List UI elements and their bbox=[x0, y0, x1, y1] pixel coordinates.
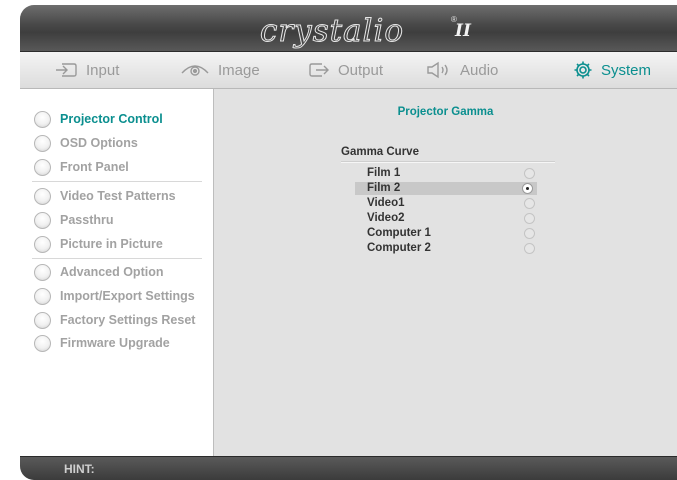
sidebar-item-projector-control[interactable]: Projector Control bbox=[20, 109, 213, 131]
tab-audio[interactable]: Audio bbox=[426, 52, 498, 88]
sidebar-item-label: Front Panel bbox=[60, 160, 129, 174]
hint-bar: HINT: bbox=[20, 456, 677, 480]
tab-system-label: System bbox=[601, 61, 652, 79]
sidebar-item-label: Passthru bbox=[60, 213, 114, 227]
gamma-option-video1[interactable]: Video1 bbox=[357, 197, 537, 210]
radio-button[interactable] bbox=[524, 213, 535, 224]
title-bar: crystalio ® II bbox=[20, 5, 677, 52]
tab-input[interactable]: Input bbox=[54, 52, 119, 88]
app-window: crystalio ® II Input Image Output Audio … bbox=[20, 5, 677, 480]
tab-input-label: Input bbox=[86, 61, 120, 79]
sidebar-item-label: OSD Options bbox=[60, 136, 138, 150]
option-label: Video1 bbox=[367, 197, 405, 209]
bullet-circle-icon bbox=[34, 111, 51, 128]
tab-output-label: Output bbox=[338, 61, 384, 79]
hint-label: HINT: bbox=[64, 462, 95, 476]
option-label: Video2 bbox=[367, 212, 405, 224]
bullet-circle-icon bbox=[34, 236, 51, 253]
group-divider bbox=[341, 161, 555, 163]
sidebar-item-import-export-settings[interactable]: Import/Export Settings bbox=[20, 286, 213, 308]
bullet-circle-icon bbox=[34, 159, 51, 176]
logo-text: crystalio bbox=[259, 13, 405, 50]
sidebar-divider bbox=[32, 258, 202, 259]
gamma-curve-heading: Gamma Curve bbox=[341, 146, 419, 158]
content-panel: Projector Gamma Gamma Curve Film 1 Film … bbox=[214, 89, 677, 456]
bullet-circle-icon bbox=[34, 288, 51, 305]
speaker-icon bbox=[426, 61, 452, 79]
sidebar-item-label: Firmware Upgrade bbox=[60, 336, 170, 350]
radio-button-selected[interactable] bbox=[522, 183, 533, 194]
option-label: Computer 2 bbox=[367, 242, 431, 254]
tab-output[interactable]: Output bbox=[308, 52, 383, 88]
bullet-circle-icon bbox=[34, 212, 51, 229]
radio-button[interactable] bbox=[524, 228, 535, 239]
option-label: Film 1 bbox=[367, 167, 401, 179]
tab-bar: Input Image Output Audio System bbox=[20, 52, 677, 89]
sidebar-item-video-test-patterns[interactable]: Video Test Patterns bbox=[20, 186, 213, 208]
tab-system[interactable]: System bbox=[573, 52, 651, 88]
sidebar-item-label: Picture in Picture bbox=[60, 237, 163, 251]
bullet-circle-icon bbox=[34, 135, 51, 152]
logo-mark: II bbox=[455, 21, 471, 41]
bullet-circle-icon bbox=[34, 312, 51, 329]
sidebar-item-passthru[interactable]: Passthru bbox=[20, 210, 213, 232]
option-label: Film 2 bbox=[367, 182, 401, 194]
gamma-option-video2[interactable]: Video2 bbox=[357, 212, 537, 225]
radio-button[interactable] bbox=[524, 243, 535, 254]
sidebar-item-factory-settings-reset[interactable]: Factory Settings Reset bbox=[20, 310, 213, 332]
sidebar-item-advanced-option[interactable]: Advanced Option bbox=[20, 262, 213, 284]
output-icon bbox=[308, 61, 330, 79]
input-icon bbox=[54, 61, 78, 79]
bullet-circle-icon bbox=[34, 188, 51, 205]
sidebar-item-picture-in-picture[interactable]: Picture in Picture bbox=[20, 234, 213, 256]
radio-button[interactable] bbox=[524, 168, 535, 179]
gear-icon bbox=[573, 60, 593, 80]
option-label: Computer 1 bbox=[367, 227, 431, 239]
bullet-circle-icon bbox=[34, 335, 51, 352]
tab-image-label: Image bbox=[218, 61, 260, 79]
sidebar-item-label: Factory Settings Reset bbox=[60, 313, 196, 327]
tab-image[interactable]: Image bbox=[180, 52, 260, 88]
sidebar-item-label: Video Test Patterns bbox=[60, 189, 176, 203]
eye-icon bbox=[180, 61, 210, 79]
tab-audio-label: Audio bbox=[460, 61, 499, 79]
gamma-option-film-1[interactable]: Film 1 bbox=[357, 167, 537, 180]
sidebar-item-label: Advanced Option bbox=[60, 265, 164, 279]
sidebar-item-label: Projector Control bbox=[60, 112, 163, 126]
gamma-option-film-2[interactable]: Film 2 bbox=[355, 182, 537, 195]
sidebar: Projector Control OSD Options Front Pane… bbox=[20, 89, 214, 456]
sidebar-item-front-panel[interactable]: Front Panel bbox=[20, 157, 213, 179]
panel-title: Projector Gamma bbox=[397, 106, 494, 118]
gamma-option-computer-2[interactable]: Computer 2 bbox=[357, 242, 537, 255]
sidebar-item-osd-options[interactable]: OSD Options bbox=[20, 133, 213, 155]
gamma-option-computer-1[interactable]: Computer 1 bbox=[357, 227, 537, 240]
sidebar-item-label: Import/Export Settings bbox=[60, 289, 195, 303]
radio-button[interactable] bbox=[524, 198, 535, 209]
sidebar-item-firmware-upgrade[interactable]: Firmware Upgrade bbox=[20, 333, 213, 355]
sidebar-divider bbox=[32, 181, 202, 182]
bullet-circle-icon bbox=[34, 264, 51, 281]
